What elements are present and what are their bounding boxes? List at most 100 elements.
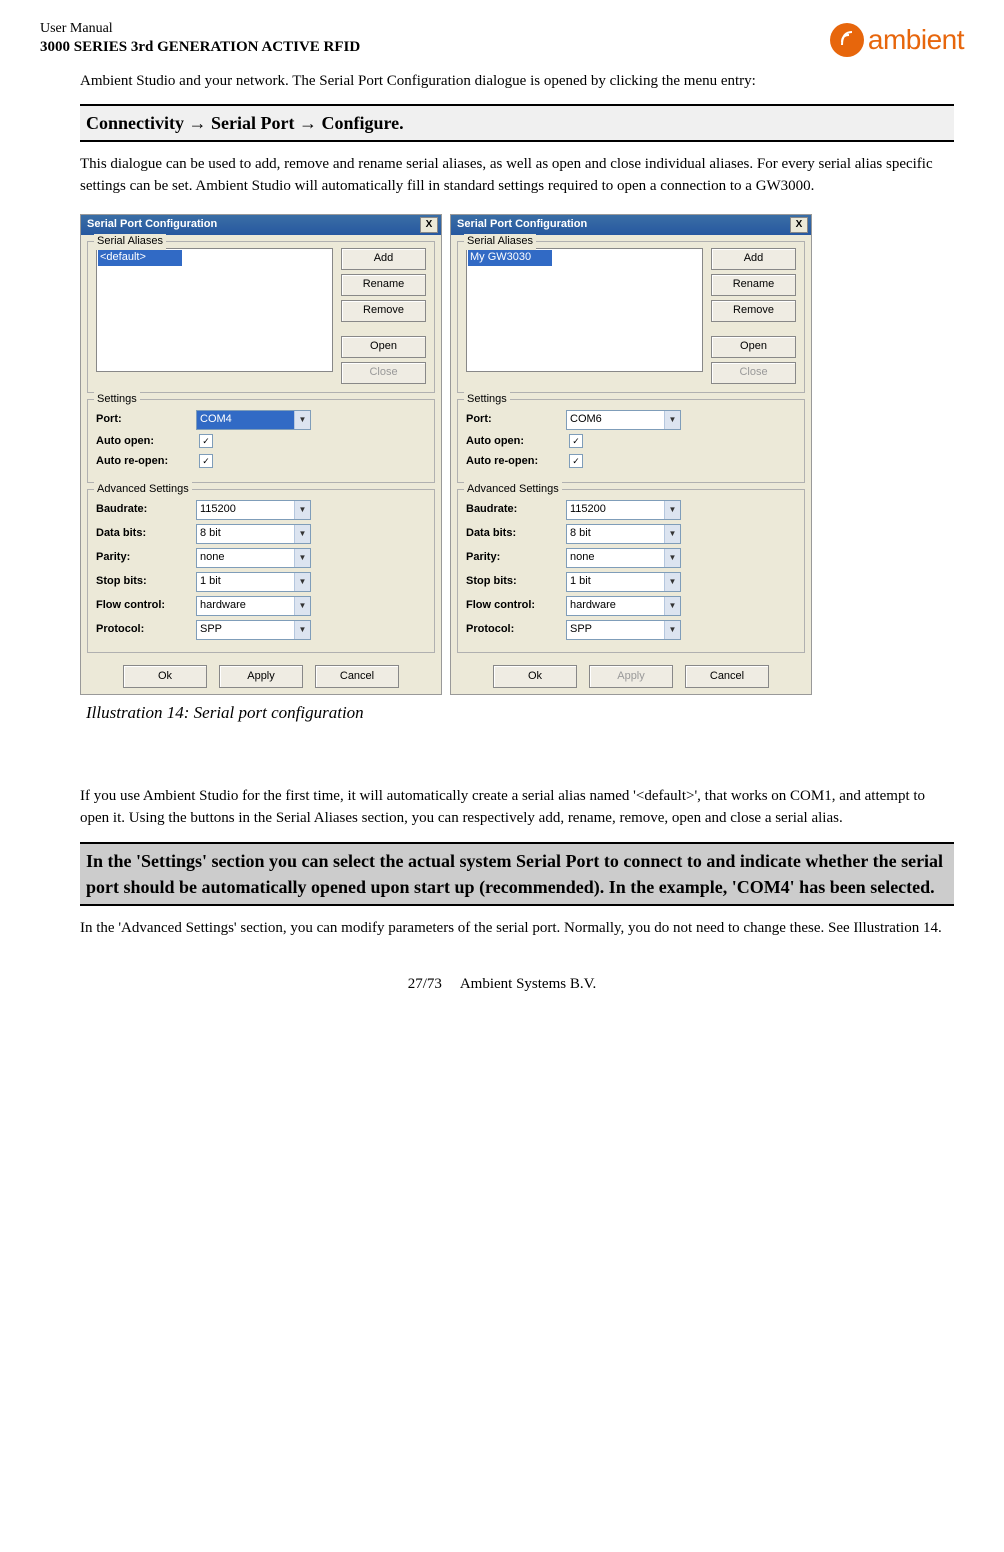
group-settings: Settings [464, 392, 510, 408]
page-number: 27/73 [408, 976, 442, 992]
paragraph-dialogue: This dialogue can be used to add, remove… [80, 154, 954, 198]
paragraph-firsttime: If you use Ambient Studio for the first … [80, 786, 954, 830]
ok-button[interactable]: Ok [493, 665, 577, 689]
databits-combo[interactable]: 8 bit▼ [196, 524, 311, 544]
label-auto-reopen: Auto re-open: [466, 454, 566, 470]
add-button[interactable]: Add [341, 248, 426, 270]
dialog-title: Serial Port Configuration [457, 217, 587, 233]
port-combo[interactable]: COM6▼ [566, 410, 681, 430]
label-baudrate: Baudrate: [466, 502, 566, 518]
close-icon[interactable]: X [790, 217, 808, 233]
dialog-serial-config-left: Serial Port Configuration X Serial Alias… [80, 214, 442, 696]
open-button[interactable]: Open [341, 336, 426, 358]
series-title: 3000 SERIES 3rd GENERATION ACTIVE RFID [40, 38, 360, 58]
close-button[interactable]: Close [341, 362, 426, 384]
parity-combo[interactable]: none▼ [196, 548, 311, 568]
chevron-down-icon[interactable]: ▼ [294, 501, 310, 519]
chevron-down-icon[interactable]: ▼ [294, 597, 310, 615]
chevron-down-icon[interactable]: ▼ [664, 501, 680, 519]
chevron-down-icon[interactable]: ▼ [294, 621, 310, 639]
chevron-down-icon[interactable]: ▼ [294, 549, 310, 567]
flowcontrol-combo[interactable]: hardware▼ [566, 596, 681, 616]
rename-button[interactable]: Rename [341, 274, 426, 296]
port-combo[interactable]: COM4▼ [196, 410, 311, 430]
ok-button[interactable]: Ok [123, 665, 207, 689]
label-auto-open: Auto open: [96, 434, 196, 450]
label-protocol: Protocol: [96, 622, 196, 638]
chevron-down-icon[interactable]: ▼ [294, 573, 310, 591]
aliases-listbox[interactable]: My GW3030 [466, 248, 703, 372]
dialog-title: Serial Port Configuration [87, 217, 217, 233]
label-flowcontrol: Flow control: [466, 598, 566, 614]
logo-text: ambient [868, 20, 964, 61]
label-parity: Parity: [96, 550, 196, 566]
dialog-titlebar: Serial Port Configuration X [81, 215, 441, 235]
label-databits: Data bits: [466, 526, 566, 542]
chevron-down-icon[interactable]: ▼ [664, 573, 680, 591]
auto-reopen-checkbox[interactable]: ✓ [199, 454, 213, 468]
group-advanced: Advanced Settings [464, 482, 562, 498]
open-button[interactable]: Open [711, 336, 796, 358]
add-button[interactable]: Add [711, 248, 796, 270]
remove-button[interactable]: Remove [711, 300, 796, 322]
protocol-combo[interactable]: SPP▼ [566, 620, 681, 640]
group-aliases: Serial Aliases [94, 234, 166, 250]
label-parity: Parity: [466, 550, 566, 566]
chevron-down-icon[interactable]: ▼ [664, 621, 680, 639]
label-port: Port: [466, 412, 566, 428]
dialog-serial-config-right: Serial Port Configuration X Serial Alias… [450, 214, 812, 696]
rename-button[interactable]: Rename [711, 274, 796, 296]
dialog-titlebar: Serial Port Configuration X [451, 215, 811, 235]
banner-settings: In the 'Settings' section you can select… [80, 842, 954, 906]
chevron-down-icon[interactable]: ▼ [664, 597, 680, 615]
logo-icon [830, 23, 864, 57]
cancel-button[interactable]: Cancel [685, 665, 769, 689]
banner-connectivity: Connectivity → Serial Port → Configure. [80, 104, 954, 142]
label-port: Port: [96, 412, 196, 428]
remove-button[interactable]: Remove [341, 300, 426, 322]
protocol-combo[interactable]: SPP▼ [196, 620, 311, 640]
close-button[interactable]: Close [711, 362, 796, 384]
databits-combo[interactable]: 8 bit▼ [566, 524, 681, 544]
label-flowcontrol: Flow control: [96, 598, 196, 614]
close-icon[interactable]: X [420, 217, 438, 233]
group-advanced: Advanced Settings [94, 482, 192, 498]
label-auto-open: Auto open: [466, 434, 566, 450]
label-baudrate: Baudrate: [96, 502, 196, 518]
figure-caption: Illustration 14: Serial port configurati… [86, 701, 954, 726]
auto-open-checkbox[interactable]: ✓ [569, 434, 583, 448]
page-footer: 27/73 Ambient Systems B.V. [40, 974, 964, 996]
chevron-down-icon[interactable]: ▼ [294, 525, 310, 543]
cancel-button[interactable]: Cancel [315, 665, 399, 689]
company-name: Ambient Systems B.V. [460, 976, 596, 992]
chevron-down-icon[interactable]: ▼ [664, 411, 680, 429]
flowcontrol-combo[interactable]: hardware▼ [196, 596, 311, 616]
aliases-listbox[interactable]: <default> [96, 248, 333, 372]
manual-title: User Manual [40, 20, 360, 38]
stopbits-combo[interactable]: 1 bit▼ [566, 572, 681, 592]
paragraph-intro: Ambient Studio and your network. The Ser… [80, 71, 954, 93]
alias-item[interactable]: My GW3030 [468, 250, 552, 266]
baudrate-combo[interactable]: 115200▼ [566, 500, 681, 520]
label-stopbits: Stop bits: [466, 574, 566, 590]
auto-reopen-checkbox[interactable]: ✓ [569, 454, 583, 468]
baudrate-combo[interactable]: 115200▼ [196, 500, 311, 520]
figure-serial-config: Serial Port Configuration X Serial Alias… [80, 214, 954, 726]
page-header: User Manual 3000 SERIES 3rd GENERATION A… [40, 20, 964, 61]
parity-combo[interactable]: none▼ [566, 548, 681, 568]
label-databits: Data bits: [96, 526, 196, 542]
apply-button[interactable]: Apply [219, 665, 303, 689]
paragraph-advanced: In the 'Advanced Settings' section, you … [80, 918, 954, 940]
label-stopbits: Stop bits: [96, 574, 196, 590]
group-settings: Settings [94, 392, 140, 408]
group-aliases: Serial Aliases [464, 234, 536, 250]
apply-button[interactable]: Apply [589, 665, 673, 689]
alias-item[interactable]: <default> [98, 250, 182, 266]
chevron-down-icon[interactable]: ▼ [664, 549, 680, 567]
stopbits-combo[interactable]: 1 bit▼ [196, 572, 311, 592]
chevron-down-icon[interactable]: ▼ [294, 411, 310, 429]
auto-open-checkbox[interactable]: ✓ [199, 434, 213, 448]
logo: ambient [830, 20, 964, 61]
chevron-down-icon[interactable]: ▼ [664, 525, 680, 543]
label-protocol: Protocol: [466, 622, 566, 638]
